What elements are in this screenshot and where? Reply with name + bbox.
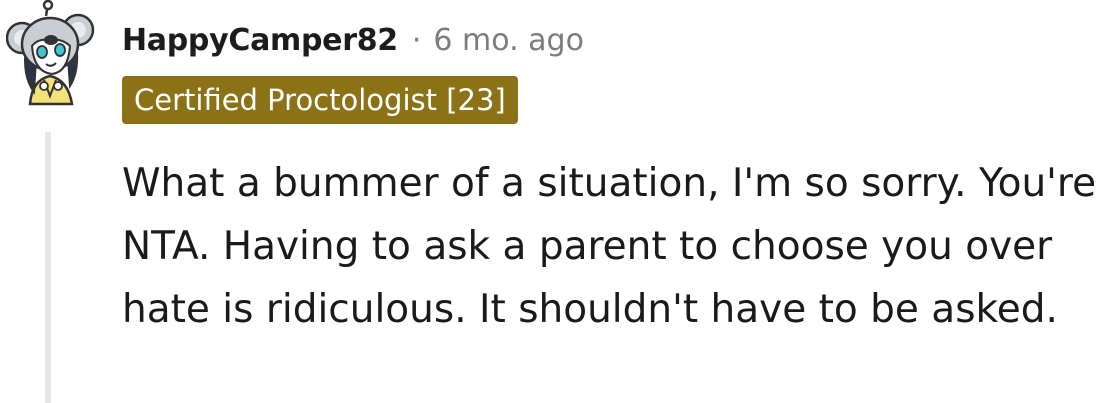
timestamp-link[interactable]: 6 mo. ago bbox=[433, 23, 584, 58]
comment-meta: HappyCamper82 · 6 mo. ago bbox=[122, 18, 584, 62]
koala-avatar-icon bbox=[5, 0, 95, 106]
comment-body: What a bummer of a situation, I'm so sor… bbox=[122, 161, 1097, 332]
user-avatar[interactable] bbox=[5, 0, 98, 112]
comment: HappyCamper82 · 6 mo. ago Certified Proc… bbox=[0, 0, 1119, 403]
user-flair-badge[interactable]: Certified Proctologist [23] bbox=[122, 76, 518, 124]
meta-separator: · bbox=[411, 22, 422, 58]
thread-collapse-line[interactable] bbox=[45, 132, 51, 403]
username-link[interactable]: HappyCamper82 bbox=[122, 23, 398, 58]
